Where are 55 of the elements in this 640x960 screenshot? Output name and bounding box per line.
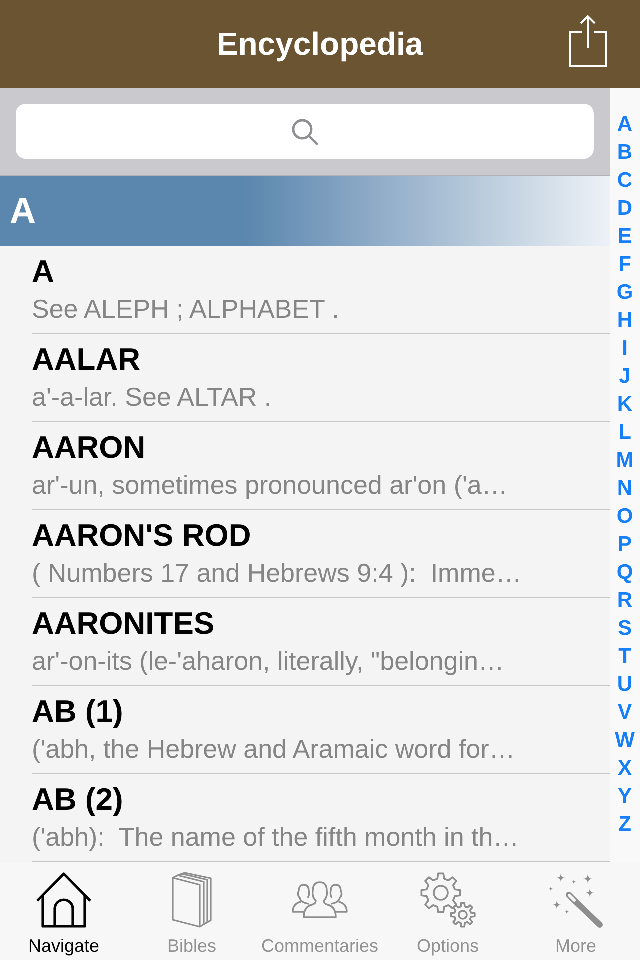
entry-title[interactable]: AARON: [32, 430, 146, 466]
people-icon: [291, 881, 349, 919]
entry-summary: ar'-un, sometimes pronounced ar'on ('a…: [32, 469, 508, 502]
index-letter[interactable]: J: [619, 363, 631, 391]
entry-title[interactable]: AALAR: [32, 342, 140, 378]
index-letter[interactable]: D: [617, 195, 633, 223]
search-icon: [292, 118, 318, 144]
index-letter[interactable]: I: [622, 335, 628, 363]
entry-title[interactable]: A: [32, 254, 54, 290]
index-letter[interactable]: Q: [616, 559, 634, 587]
index-letter[interactable]: E: [618, 223, 632, 251]
entry-summary: ( Numbers 17 and Hebrews 9:4 ): Imme…: [32, 557, 522, 590]
index-letter[interactable]: S: [618, 615, 632, 643]
entry-summary: ('abh, the Hebrew and Aramaic word for…: [32, 733, 516, 766]
index-letter[interactable]: H: [617, 307, 633, 335]
entry-title[interactable]: AARONITES: [32, 606, 215, 642]
index-letter[interactable]: R: [617, 587, 633, 615]
share-icon[interactable]: [569, 15, 607, 67]
house-icon: [36, 872, 92, 928]
index-letter[interactable]: U: [617, 671, 633, 699]
entry-summary: ar'-on-its (le-'aharon, literally, "belongin…: [32, 645, 504, 678]
index-letter[interactable]: F: [618, 251, 632, 279]
tab[interactable]: More: [512, 862, 640, 960]
index-letter[interactable]: K: [617, 391, 633, 419]
index-letter[interactable]: C: [617, 167, 633, 195]
index-letter[interactable]: V: [618, 699, 632, 727]
index-letter[interactable]: B: [617, 139, 633, 167]
index-letter[interactable]: G: [616, 279, 634, 307]
tab[interactable]: Navigate: [0, 862, 128, 960]
nav-title: Encyclopedia: [216, 25, 424, 64]
index-letter[interactable]: A: [617, 111, 633, 139]
index-letter[interactable]: L: [618, 419, 632, 447]
entry-title[interactable]: AARON'S ROD: [32, 518, 252, 554]
index-letter[interactable]: N: [617, 475, 633, 503]
tab[interactable]: Bibles: [128, 862, 256, 960]
index-letter[interactable]: P: [618, 531, 632, 559]
entry-title[interactable]: AB (2): [32, 782, 124, 818]
index-letter[interactable]: O: [616, 503, 634, 531]
magic-wand-icon: [548, 872, 604, 928]
index-letter[interactable]: Z: [618, 811, 632, 839]
tab[interactable]: Commentaries: [256, 862, 384, 960]
index-letter[interactable]: W: [615, 727, 635, 755]
tab[interactable]: Options: [384, 862, 512, 960]
books-icon: [171, 872, 213, 928]
index-letter[interactable]: Y: [618, 783, 632, 811]
entry-title[interactable]: AB (1): [32, 694, 124, 730]
index-letter[interactable]: T: [618, 643, 632, 671]
index-letter[interactable]: X: [618, 755, 632, 783]
search-field[interactable]: [16, 104, 594, 159]
entry-summary: a'-a-lar. See ALTAR .: [32, 381, 272, 414]
entry-summary: See ALEPH ; ALPHABET .: [32, 293, 340, 326]
index-letter[interactable]: M: [616, 447, 634, 475]
gears-icon: [420, 872, 476, 928]
section-header: A: [0, 176, 610, 246]
entry-summary: ('abh): The name of the fifth month in th…: [32, 821, 520, 854]
